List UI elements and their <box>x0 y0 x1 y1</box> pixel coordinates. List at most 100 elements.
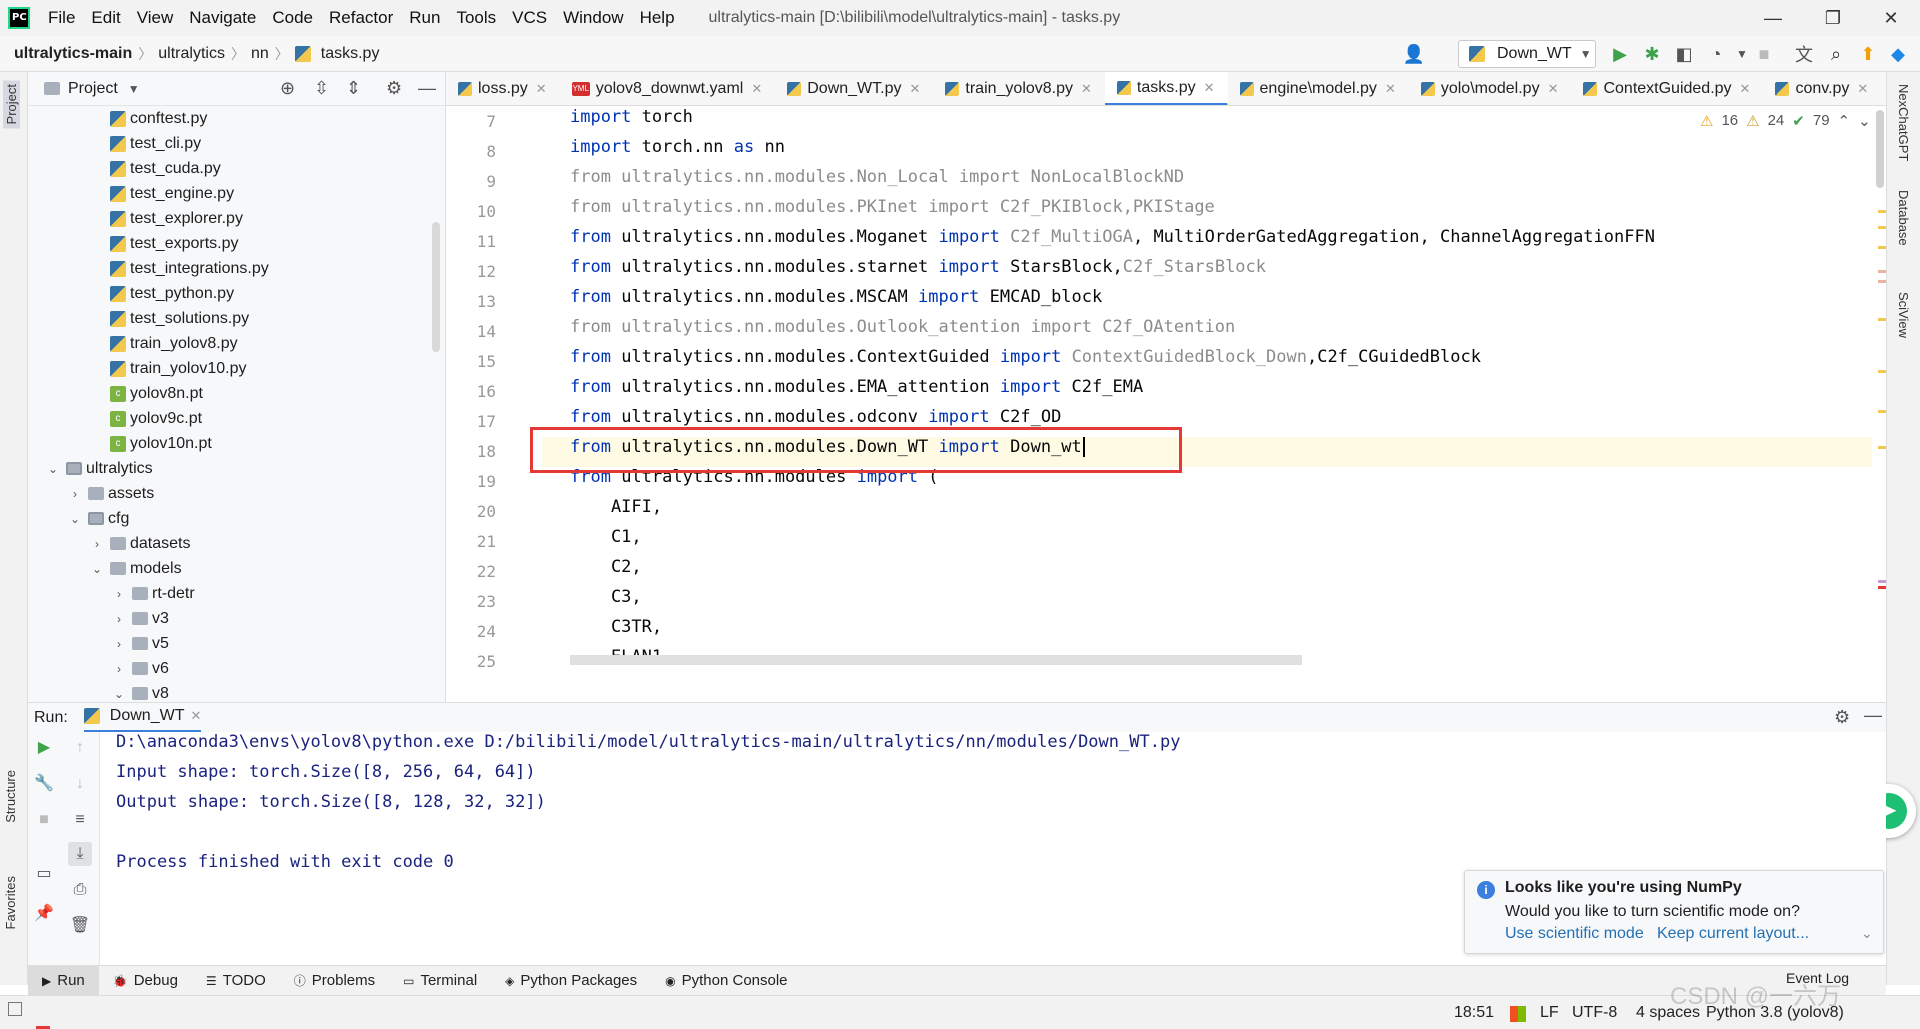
tree-item[interactable]: c yolov9c.pt <box>90 406 202 431</box>
structure-tool-tab[interactable]: Structure <box>3 770 18 823</box>
chatgpt-tool-tab[interactable]: NexChatGPT <box>1896 84 1911 161</box>
tree-item[interactable]: c yolov8n.pt <box>90 381 203 406</box>
database-tool-tab[interactable]: Database <box>1896 190 1911 246</box>
minimize-icon[interactable]: — <box>1748 0 1798 36</box>
tree-item[interactable]: ⌄ ultralytics <box>46 456 153 481</box>
editor-tab[interactable]: YML yolov8_downwt.yaml ✕ <box>560 72 776 105</box>
tree-item[interactable]: › v3 <box>112 606 169 631</box>
pin-icon[interactable]: 📌 <box>32 902 56 926</box>
caret-position[interactable]: 18:51 <box>1454 1004 1494 1022</box>
menu-view[interactable]: View <box>129 8 182 28</box>
run-icon[interactable]: ▶ <box>1608 42 1632 66</box>
chevron-down-icon[interactable]: ▼ <box>128 82 140 96</box>
tree-item[interactable]: train_yolov8.py <box>90 331 238 356</box>
menu-code[interactable]: Code <box>264 8 321 28</box>
tool-tab-todo[interactable]: ☰ TODO <box>192 966 280 996</box>
inspection-widget[interactable]: ⚠ 16 ⚠ 24 ✔ 79 ⌃ ⌄ <box>1700 112 1871 130</box>
tree-item[interactable]: ⌄ models <box>90 556 182 581</box>
breadcrumb-file[interactable]: tasks.py <box>315 45 386 63</box>
chevron-down-icon[interactable]: ⌄ <box>1861 925 1873 942</box>
close-icon[interactable]: ✕ <box>1081 81 1092 97</box>
menu-window[interactable]: Window <box>555 8 631 28</box>
tree-item[interactable]: test_cuda.py <box>90 156 221 181</box>
editor-tab[interactable]: tasks.py ✕ <box>1104 72 1228 105</box>
keep-current-layout-link[interactable]: Keep current layout... <box>1657 925 1809 943</box>
expand-all-icon[interactable]: ⇳ <box>314 78 329 99</box>
chevron-down-icon[interactable]: ⌄ <box>1858 112 1871 130</box>
restore-icon[interactable]: ❐ <box>1808 0 1858 36</box>
editor-tab[interactable]: ContextGuided.py ✕ <box>1571 72 1763 105</box>
tree-item[interactable]: test_exports.py <box>90 231 239 256</box>
menu-run[interactable]: Run <box>401 8 448 28</box>
run-configuration-select[interactable]: Down_WT ▼ <box>1458 40 1596 68</box>
breadcrumb-subpackage[interactable]: nn <box>245 45 275 63</box>
profile-icon[interactable]: ◔ <box>1704 42 1728 66</box>
more-run-options-icon[interactable]: ▼ <box>1730 42 1754 66</box>
menu-refactor[interactable]: Refactor <box>321 8 401 28</box>
tree-item[interactable]: › rt-detr <box>112 581 195 606</box>
menu-help[interactable]: Help <box>632 8 683 28</box>
trash-icon[interactable]: 🗑 <box>68 914 92 938</box>
user-icon[interactable]: 👤 <box>1402 42 1426 66</box>
editor-tab[interactable]: conv.py ✕ <box>1763 72 1881 105</box>
close-icon[interactable]: ✕ <box>1740 81 1751 97</box>
tree-item[interactable]: train_yolov10.py <box>90 356 247 381</box>
close-icon[interactable]: ✕ <box>1857 81 1868 97</box>
vertical-scrollbar[interactable] <box>1876 110 1884 188</box>
stop-icon[interactable]: ■ <box>32 808 56 832</box>
layout-icon[interactable]: ▭ <box>32 862 56 886</box>
menu-edit[interactable]: Edit <box>83 8 128 28</box>
chevron-right-icon[interactable]: › <box>112 637 126 651</box>
wrench-icon[interactable]: 🔧 <box>32 772 56 796</box>
chevron-right-icon[interactable]: › <box>68 487 82 501</box>
horizontal-scrollbar[interactable] <box>570 655 1302 665</box>
breadcrumb-package[interactable]: ultralytics <box>152 45 231 63</box>
update-icon[interactable]: ⬆ <box>1856 42 1880 66</box>
line-separator[interactable]: LF <box>1540 1004 1559 1022</box>
gear-icon[interactable]: ⚙ <box>386 78 402 99</box>
close-icon[interactable]: ✕ <box>190 708 201 724</box>
tool-tab-python-console[interactable]: ◉ Python Console <box>651 966 801 996</box>
project-tool-tab[interactable]: Project <box>3 80 20 129</box>
chevron-right-icon[interactable]: › <box>112 612 126 626</box>
chevron-down-icon[interactable]: ⌄ <box>90 562 104 576</box>
chevron-right-icon[interactable]: › <box>90 537 104 551</box>
tool-tab-problems[interactable]: ⓘ Problems <box>280 966 389 996</box>
chevron-down-icon[interactable]: ⌄ <box>112 687 126 701</box>
menu-navigate[interactable]: Navigate <box>181 8 264 28</box>
tree-item[interactable]: test_explorer.py <box>90 206 243 231</box>
menu-file[interactable]: File <box>40 8 83 28</box>
tree-item[interactable]: test_python.py <box>90 281 234 306</box>
locate-icon[interactable]: ⊕ <box>280 78 295 99</box>
translate-icon[interactable]: 文 <box>1792 42 1816 66</box>
collapse-all-icon[interactable]: ⇕ <box>346 78 361 99</box>
tree-scrollbar[interactable] <box>432 222 440 352</box>
menu-vcs[interactable]: VCS <box>504 8 555 28</box>
coverage-icon[interactable]: ◧ <box>1672 42 1696 66</box>
close-icon[interactable]: ✕ <box>536 81 547 97</box>
tree-item[interactable]: c yolov10n.pt <box>90 431 212 456</box>
close-icon[interactable]: ✕ <box>1548 81 1559 97</box>
editor-tab[interactable]: train_yolov8.py ✕ <box>933 72 1105 105</box>
soft-wrap-icon[interactable]: ≡ <box>68 808 92 832</box>
scroll-to-end-icon[interactable]: ⤓ <box>68 842 92 866</box>
editor-tab[interactable]: engine\model.py ✕ <box>1228 72 1409 105</box>
favorites-tool-tab[interactable]: Favorites <box>3 876 18 929</box>
hide-icon[interactable]: — <box>418 78 436 99</box>
hide-icon[interactable]: — <box>1864 705 1882 726</box>
tree-item[interactable]: › v5 <box>112 631 169 656</box>
tree-item[interactable]: conftest.py <box>90 106 207 131</box>
close-icon[interactable]: ✕ <box>1866 0 1916 36</box>
chevron-right-icon[interactable]: › <box>112 587 126 601</box>
tree-item[interactable]: › datasets <box>90 531 190 556</box>
file-encoding[interactable]: UTF-8 <box>1572 1004 1617 1022</box>
tree-item[interactable]: test_integrations.py <box>90 256 269 281</box>
tree-item[interactable]: ⌄ v8 <box>112 681 169 702</box>
arrow-up-icon[interactable]: ↑ <box>68 736 92 760</box>
tree-item[interactable]: test_cli.py <box>90 131 201 156</box>
print-icon[interactable]: ⎙ <box>68 878 92 902</box>
debug-icon[interactable]: ✱ <box>1640 42 1664 66</box>
tool-tab-terminal[interactable]: ▭ Terminal <box>389 966 491 996</box>
breadcrumb-project[interactable]: ultralytics-main <box>0 45 138 63</box>
chevron-down-icon[interactable]: ⌄ <box>46 462 60 476</box>
